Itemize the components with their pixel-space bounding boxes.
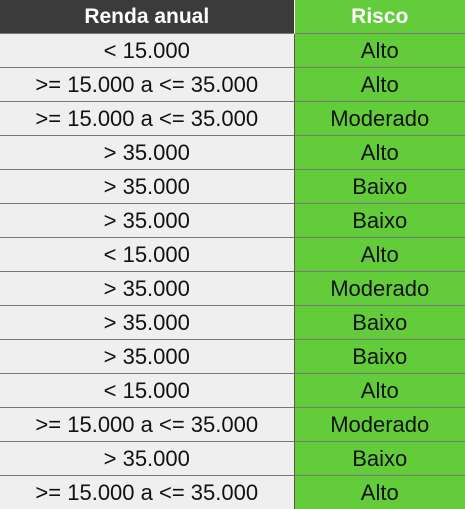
table-row: > 35.000Alto <box>0 136 465 170</box>
table-row: > 35.000Baixo <box>0 170 465 204</box>
renda-anual-cell: < 15.000 <box>0 238 294 272</box>
risco-cell: Alto <box>294 374 465 408</box>
risco-cell: Alto <box>294 68 465 102</box>
risco-cell: Alto <box>294 238 465 272</box>
renda-anual-cell: < 15.000 <box>0 34 294 68</box>
renda-anual-cell: > 35.000 <box>0 136 294 170</box>
risco-cell: Baixo <box>294 170 465 204</box>
table-row: >= 15.000 a <= 35.000Moderado <box>0 408 465 442</box>
risco-cell: Baixo <box>294 442 465 476</box>
table-row: >= 15.000 a <= 35.000Alto <box>0 68 465 102</box>
table-row: > 35.000Baixo <box>0 204 465 238</box>
table-row: >= 15.000 a <= 35.000Alto <box>0 476 465 509</box>
table-row: > 35.000Baixo <box>0 340 465 374</box>
table-row: > 35.000Baixo <box>0 442 465 476</box>
renda-anual-cell: > 35.000 <box>0 170 294 204</box>
renda-anual-cell: < 15.000 <box>0 374 294 408</box>
risco-cell: Moderado <box>294 272 465 306</box>
header-row: Renda anual Risco <box>0 0 465 34</box>
risco-cell: Moderado <box>294 408 465 442</box>
table-header: Renda anual Risco <box>0 0 465 34</box>
renda-anual-cell: > 35.000 <box>0 272 294 306</box>
table-row: > 35.000Baixo <box>0 306 465 340</box>
renda-anual-cell: > 35.000 <box>0 442 294 476</box>
table-row: < 15.000Alto <box>0 34 465 68</box>
renda-anual-cell: > 35.000 <box>0 340 294 374</box>
risco-cell: Alto <box>294 476 465 509</box>
risk-table: Renda anual Risco < 15.000Alto>= 15.000 … <box>0 0 465 509</box>
renda-anual-cell: >= 15.000 a <= 35.000 <box>0 408 294 442</box>
risco-cell: Baixo <box>294 306 465 340</box>
renda-anual-cell: > 35.000 <box>0 204 294 238</box>
risco-cell: Alto <box>294 136 465 170</box>
risco-cell: Baixo <box>294 340 465 374</box>
renda-anual-cell: > 35.000 <box>0 306 294 340</box>
table-row: >= 15.000 a <= 35.000Moderado <box>0 102 465 136</box>
table-row: < 15.000Alto <box>0 238 465 272</box>
renda-anual-cell: >= 15.000 a <= 35.000 <box>0 102 294 136</box>
renda-anual-cell: >= 15.000 a <= 35.000 <box>0 476 294 509</box>
risco-cell: Moderado <box>294 102 465 136</box>
header-risco: Risco <box>294 0 465 34</box>
header-renda-anual: Renda anual <box>0 0 294 34</box>
table-row: > 35.000Moderado <box>0 272 465 306</box>
table-body: < 15.000Alto>= 15.000 a <= 35.000Alto>= … <box>0 34 465 509</box>
renda-anual-cell: >= 15.000 a <= 35.000 <box>0 68 294 102</box>
risco-cell: Alto <box>294 34 465 68</box>
table-row: < 15.000Alto <box>0 374 465 408</box>
risco-cell: Baixo <box>294 204 465 238</box>
